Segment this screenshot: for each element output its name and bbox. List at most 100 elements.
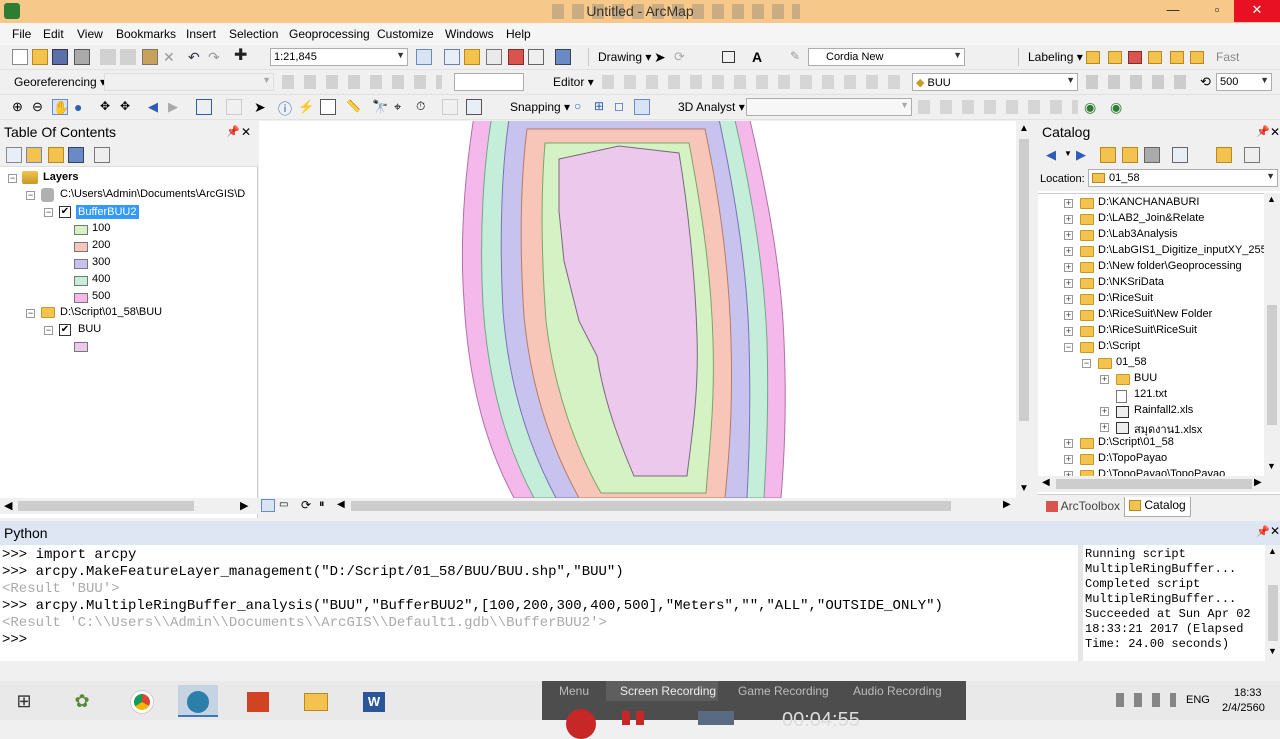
catalog-item[interactable]: D:\LAB2_Join&Relate bbox=[1098, 212, 1204, 224]
pin-icon[interactable]: 📌 bbox=[1256, 125, 1270, 138]
fixed-zoom-out-icon[interactable]: ✥ bbox=[120, 99, 136, 115]
views-icon[interactable] bbox=[1172, 147, 1188, 163]
pan-icon[interactable]: ✋ bbox=[52, 99, 69, 115]
expand-icon[interactable]: + bbox=[1064, 263, 1073, 272]
list-by-selection-icon[interactable] bbox=[68, 147, 84, 163]
class-swatch-100[interactable] bbox=[74, 225, 88, 235]
view-unplaced-icon[interactable] bbox=[1190, 51, 1204, 64]
delete-icon[interactable]: ✕ bbox=[163, 49, 179, 65]
connect-folder-icon[interactable] bbox=[1144, 147, 1160, 163]
location-combo[interactable]: 01_58 ▼ bbox=[1088, 169, 1278, 187]
catalog-item[interactable]: D:\NKSriData bbox=[1098, 276, 1164, 288]
georef-layer-combo[interactable]: ▼ bbox=[104, 73, 274, 91]
end-snapping-icon[interactable]: ⊞ bbox=[594, 99, 610, 115]
expand-icon[interactable]: + bbox=[1064, 199, 1073, 208]
pause-labeling-icon[interactable] bbox=[1170, 51, 1184, 64]
viewer-window-icon[interactable] bbox=[442, 99, 458, 115]
collapse-icon[interactable]: − bbox=[1064, 343, 1073, 352]
scroll-up-icon[interactable]: ▲ bbox=[1019, 123, 1029, 134]
fast-quality-combo[interactable]: Fast bbox=[1216, 50, 1239, 64]
catalog-item[interactable]: D:\RiceSuit\RiceSuit bbox=[1098, 324, 1197, 336]
select-elements-icon[interactable]: ➤ bbox=[654, 49, 670, 65]
class-swatch-500[interactable] bbox=[74, 293, 88, 303]
menu-bookmarks[interactable]: Bookmarks bbox=[116, 27, 176, 41]
list-by-visibility-icon[interactable] bbox=[48, 147, 64, 163]
scroll-thumb[interactable] bbox=[351, 501, 951, 511]
gdb-path[interactable]: C:\Users\Admin\Documents\ArcGIS\D bbox=[60, 188, 245, 200]
refresh-icon[interactable]: ⟳ bbox=[301, 498, 311, 512]
tab-screen-recording[interactable]: Screen Recording bbox=[620, 684, 716, 698]
target-layer-combo[interactable]: ◆ BUU ▼ bbox=[912, 73, 1078, 91]
layer-bufferbuu2[interactable]: BufferBUU2 bbox=[76, 205, 139, 219]
open-icon[interactable] bbox=[32, 49, 48, 65]
chrome-app-icon[interactable] bbox=[122, 685, 162, 717]
zoom-in-icon[interactable]: ⊕ bbox=[12, 99, 28, 115]
catalog-item[interactable]: D:\New folder\Geoprocessing bbox=[1098, 260, 1242, 272]
python-window-icon[interactable] bbox=[528, 49, 544, 65]
catalog-horizontal-scrollbar[interactable]: ◀ ▶ bbox=[1038, 476, 1280, 492]
expand-icon[interactable]: + bbox=[1064, 327, 1073, 336]
lock-labels-icon[interactable] bbox=[1148, 51, 1162, 64]
menu-insert[interactable]: Insert bbox=[186, 27, 216, 41]
identify-icon[interactable]: ⓘ bbox=[278, 99, 294, 117]
georeferencing-menu[interactable]: Georeferencing ▾ bbox=[14, 75, 106, 89]
go-to-xy-icon[interactable]: ⌖ bbox=[394, 99, 410, 115]
map-vertical-scrollbar[interactable]: ▲ ▼ bbox=[1016, 121, 1032, 498]
forward-icon[interactable]: ▶ bbox=[1076, 147, 1086, 163]
expand-icon[interactable]: + bbox=[1064, 215, 1073, 224]
cut-icon[interactable] bbox=[100, 49, 116, 65]
word-app-icon[interactable]: W bbox=[354, 685, 394, 717]
back-extent-icon[interactable]: ◀ bbox=[148, 99, 164, 115]
time-slider-icon[interactable]: ⏱ bbox=[416, 99, 432, 115]
fixed-zoom-in-icon[interactable]: ✥ bbox=[100, 99, 116, 115]
tab-game-recording[interactable]: Game Recording bbox=[738, 684, 829, 698]
map-view[interactable] bbox=[259, 121, 1016, 498]
zoom-out-icon[interactable]: ⊖ bbox=[32, 99, 48, 115]
new-folder-icon[interactable] bbox=[1216, 147, 1232, 163]
catalog-item[interactable]: D:\TopoPayao\TopoPayao bbox=[1098, 468, 1225, 476]
scroll-left-icon[interactable]: ◀ bbox=[1042, 477, 1050, 488]
copy-icon[interactable] bbox=[120, 49, 136, 65]
collapse-icon[interactable]: − bbox=[8, 174, 17, 183]
paste-icon[interactable] bbox=[142, 49, 158, 65]
layer-buu[interactable]: BUU bbox=[78, 323, 101, 335]
catalog-item[interactable]: D:\LabGIS1_Digitize_inputXY_2559 bbox=[1098, 244, 1264, 256]
layers-label[interactable]: Layers bbox=[43, 171, 78, 183]
create-viewer-icon[interactable] bbox=[466, 99, 482, 115]
arcmap-app-icon[interactable] bbox=[178, 685, 218, 717]
text-tool-icon[interactable]: A bbox=[752, 49, 768, 65]
undo-icon[interactable]: ↶ bbox=[188, 49, 204, 65]
close-icon[interactable]: ✕ bbox=[1270, 524, 1280, 538]
scroll-right-icon[interactable]: ▶ bbox=[1003, 499, 1011, 510]
menu-selection[interactable]: Selection bbox=[229, 27, 278, 41]
pause-drawing-icon[interactable]: ⏸ bbox=[319, 498, 325, 511]
scroll-up-icon[interactable]: ▲ bbox=[1267, 194, 1276, 204]
pin-icon[interactable]: 📌 bbox=[1256, 525, 1270, 538]
hyperlink-icon[interactable]: ⚡ bbox=[298, 99, 314, 115]
snapping-menu[interactable]: Snapping ▾ bbox=[510, 100, 570, 114]
class-swatch-200[interactable] bbox=[74, 242, 88, 252]
catalog-vertical-scrollbar[interactable]: ▲ ▼ bbox=[1264, 193, 1280, 476]
save-icon[interactable] bbox=[52, 49, 68, 65]
expand-icon[interactable]: + bbox=[1100, 407, 1109, 416]
tab-arctoolbox[interactable]: ArcToolbox bbox=[1042, 498, 1124, 516]
callout-icon[interactable]: ✎ bbox=[790, 49, 806, 65]
scroll-down-icon[interactable]: ▼ bbox=[1019, 483, 1029, 494]
swipe-icon[interactable]: ⟲ bbox=[1200, 74, 1216, 90]
explorer-app-icon[interactable] bbox=[296, 685, 336, 717]
scroll-down-icon[interactable]: ▼ bbox=[1267, 461, 1276, 471]
point-snapping-icon[interactable]: ○ bbox=[574, 99, 590, 115]
zoom-value-combo[interactable]: 500 ▼ bbox=[1216, 73, 1272, 91]
help-vertical-scrollbar[interactable]: ▲ ▼ bbox=[1265, 545, 1280, 661]
collapse-icon[interactable]: − bbox=[26, 191, 35, 200]
catalog-item[interactable]: D:\Script bbox=[1098, 340, 1140, 352]
new-icon[interactable] bbox=[12, 49, 28, 65]
powerpoint-app-icon[interactable] bbox=[238, 685, 278, 717]
catalog-item[interactable]: BUU bbox=[1134, 372, 1157, 384]
drawing-menu[interactable]: Drawing ▾ bbox=[598, 50, 651, 64]
georef-input[interactable] bbox=[454, 73, 524, 91]
scroll-down-icon[interactable]: ▼ bbox=[1268, 646, 1277, 656]
catalog-item[interactable]: 121.txt bbox=[1134, 388, 1167, 400]
expand-icon[interactable]: + bbox=[1064, 439, 1073, 448]
chevron-down-icon[interactable]: ▼ bbox=[1064, 149, 1072, 158]
